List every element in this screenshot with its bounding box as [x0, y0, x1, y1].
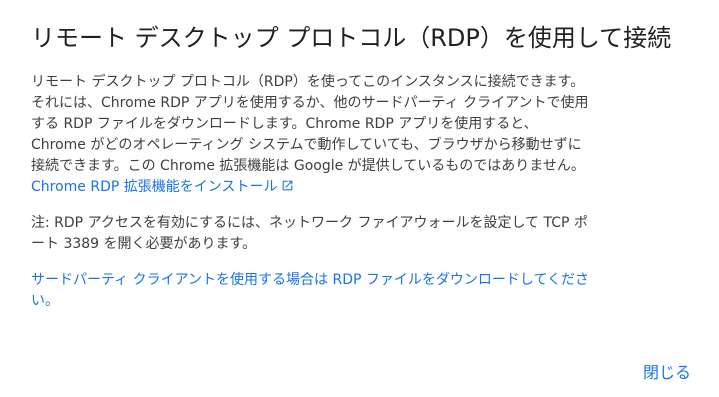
dialog-title: リモート デスクトップ プロトコル（RDP）を使用して接続: [31, 24, 672, 52]
rdp-connect-dialog: リモート デスクトップ プロトコル（RDP）を使用して接続 リモート デスクトッ…: [0, 0, 719, 397]
open-in-new-icon: [283, 180, 293, 191]
close-button[interactable]: 閉じる: [643, 361, 691, 385]
download-paragraph: サードパーティ クライアントを使用する場合は RDP ファイルをダウンロードして…: [31, 270, 591, 312]
install-chrome-rdp-link[interactable]: Chrome RDP 拡張機能をインストール: [31, 179, 294, 195]
firewall-note: 注: RDP アクセスを有効にするには、ネットワーク ファイアウォールを設定して…: [31, 215, 588, 252]
install-link-label: Chrome RDP 拡張機能をインストール: [31, 179, 278, 195]
description-text: リモート デスクトップ プロトコル（RDP）を使ってこのインスタンスに接続できま…: [31, 74, 589, 174]
download-rdp-file-link[interactable]: サードパーティ クライアントを使用する場合は RDP ファイルをダウンロードして…: [31, 272, 589, 309]
dialog-content: リモート デスクトップ プロトコル（RDP）を使ってこのインスタンスに接続できま…: [31, 72, 591, 312]
description-paragraph: リモート デスクトップ プロトコル（RDP）を使ってこのインスタンスに接続できま…: [31, 72, 591, 198]
